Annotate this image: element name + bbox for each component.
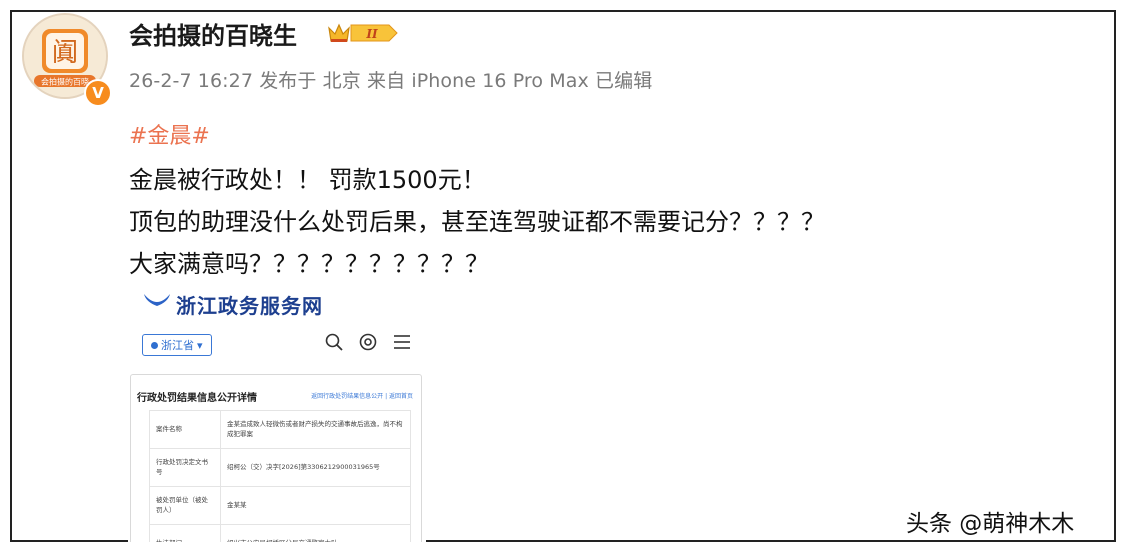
table-cell-value: 金某造成致人轻微伤或者财产损失的交通事故后逃逸，尚不构成犯罪案 (220, 410, 411, 449)
table-cell-value: 绍柯公（交）决字[2026]第3306212900031965号 (220, 448, 411, 487)
dropdown-caret-icon: ▾ (197, 338, 203, 352)
search-icon[interactable] (324, 332, 344, 352)
region-label: 浙江省 (161, 339, 194, 352)
gov-site-title: 浙江政务服务网 (176, 294, 323, 318)
watermark: 头条 @萌神木木 (906, 511, 1075, 537)
table-cell-key: 被处罚单位（被处罚人） (149, 486, 221, 525)
card-title: 行政处罚结果信息公开详情 (137, 393, 257, 404)
avatar-wrap[interactable]: 阗 会拍摄的百晓 V (22, 13, 112, 107)
post-meta: 26-2-7 16:27 发布于 北京 来自 iPhone 16 Pro Max… (129, 70, 653, 92)
avatar-glyph: 阗 (52, 38, 78, 68)
table-cell-value: 金某某 (220, 486, 411, 525)
penalty-table: 案件名称 金某造成致人轻微伤或者财产损失的交通事故后逃逸，尚不构成犯罪案 行政处… (149, 410, 411, 542)
vip-badge[interactable]: II (327, 20, 399, 46)
menu-icon[interactable] (392, 332, 412, 352)
table-row: 案件名称 金某造成致人轻微伤或者财产损失的交通事故后逃逸，尚不构成犯罪案 (149, 410, 411, 449)
post-image[interactable]: 浙江政务服务网 浙江省 ▾ 行政处罚结果信息公开详情 返回行政处罚结果信息公开 … (128, 288, 426, 542)
card-links[interactable]: 返回行政处罚结果信息公开 | 返回首页 (311, 391, 413, 400)
avatar-caption: 会拍摄的百晓 (41, 77, 89, 87)
table-cell-key: 案件名称 (149, 410, 221, 449)
header-icons (324, 332, 412, 352)
verified-badge: V (84, 79, 112, 107)
post-text-line: 大家满意吗？？？？？？？？？？ (129, 250, 489, 278)
table-row: 被处罚单位（被处罚人） 金某某 (149, 486, 411, 525)
gov-logo-icon (144, 294, 170, 306)
table-cell-key: 行政处罚决定文书号 (149, 448, 221, 487)
post-text-line: 顶包的助理没什么处罚后果，甚至连驾驶证都不需要记分？？？？ (129, 208, 825, 236)
post-text-line: 金晨被行政处！！ 罚款1500元！ (129, 166, 486, 194)
crown-vip-icon: II (328, 23, 398, 42)
vip-level: II (365, 27, 378, 41)
penalty-info-card: 行政处罚结果信息公开详情 返回行政处罚结果信息公开 | 返回首页 案件名称 金某… (130, 374, 422, 542)
table-cell-value: 绍兴市公安局柯桥区分局交通警察大队 (220, 524, 411, 542)
accessibility-icon[interactable] (358, 332, 378, 352)
topic-link[interactable]: #金晨# (129, 118, 210, 150)
region-select[interactable]: 浙江省 ▾ (142, 334, 212, 356)
table-row: 行政处罚决定文书号 绍柯公（交）决字[2026]第330621290003196… (149, 448, 411, 487)
location-pin-icon (151, 341, 158, 349)
table-row: 执法部门 绍兴市公安局柯桥区分局交通警察大队 (149, 524, 411, 542)
table-cell-key: 执法部门 (149, 524, 221, 542)
username[interactable]: 会拍摄的百晓生 (129, 16, 297, 51)
